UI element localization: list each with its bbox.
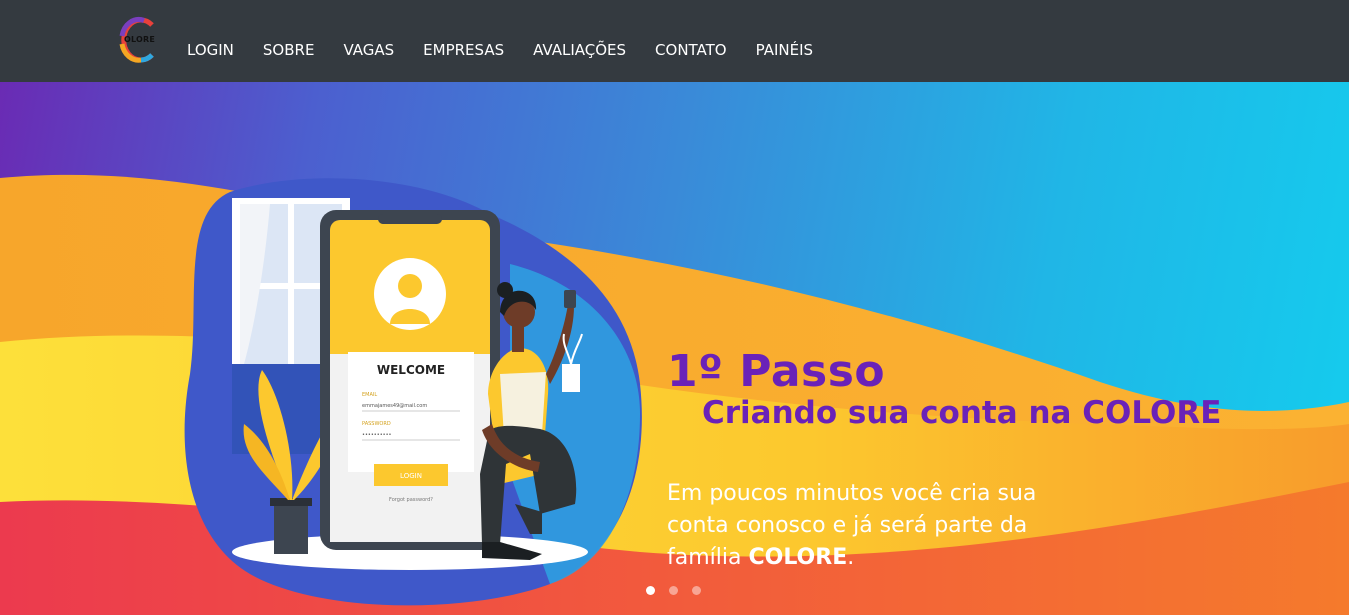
nav-sobre[interactable]: SOBRE [263,38,315,62]
step-title: 1º Passo [667,346,886,397]
mockup-login-button: LOGIN [400,472,422,480]
nav-avaliacoes[interactable]: AVALIAÇÕES [533,38,626,62]
mockup-password-value: •••••••••• [362,432,392,438]
logo-text: OLORE [124,35,156,44]
description-suffix: . [847,545,855,570]
colore-logo[interactable]: OLORE [119,16,157,64]
nav-vagas[interactable]: VAGAS [343,38,394,62]
step-description: Em poucos minutos você cria sua conta co… [667,478,1087,574]
nav-login[interactable]: LOGIN [187,38,234,62]
subtitle-text: Criando sua conta na [702,395,1083,431]
mockup-email-value: emmajames49@mail.com [362,403,427,409]
mockup-password-label: PASSWORD [362,421,391,427]
step-subtitle: Criando sua conta na COLORE [702,394,1221,432]
mockup-welcome: WELCOME [377,363,445,377]
nav-paineis[interactable]: PAINÉIS [756,38,813,62]
top-navbar: OLORE LOGIN SOBRE VAGAS EMPRESAS AVALIAÇ… [0,0,1349,82]
carousel-indicators [646,586,701,595]
main-menu: LOGIN SOBRE VAGAS EMPRESAS AVALIAÇÕES CO… [187,38,842,62]
nav-contato[interactable]: CONTATO [655,38,727,62]
subtitle-brand: COLORE [1082,395,1222,431]
mockup-email-label: EMAIL [362,392,377,398]
description-brand: COLORE [748,545,848,570]
carousel-dot-2[interactable] [669,586,678,595]
carousel-dot-3[interactable] [692,586,701,595]
mockup-forgot: Forgot password? [389,497,433,503]
signup-illustration: WELCOME EMAIL emmajames49@mail.com PASSW… [184,178,642,606]
hero-carousel: WELCOME EMAIL emmajames49@mail.com PASSW… [0,82,1349,615]
carousel-dot-1[interactable] [646,586,655,595]
nav-empresas[interactable]: EMPRESAS [423,38,504,62]
